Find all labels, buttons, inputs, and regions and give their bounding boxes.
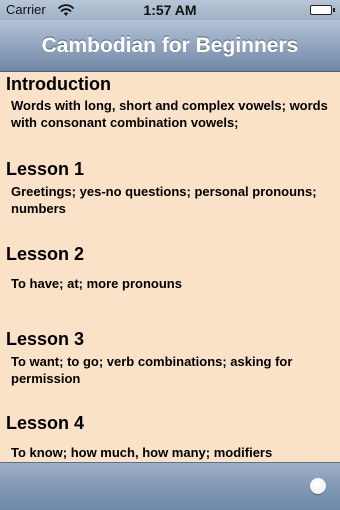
bottom-toolbar	[0, 462, 340, 510]
lesson-description: Greetings; yes-no questions; personal pr…	[11, 184, 317, 216]
navigation-bar: Cambodian for Beginners	[0, 20, 340, 72]
status-bar: Carrier 1:57 AM	[0, 0, 340, 20]
lesson-description: To know; how much, how many; modifiers	[11, 445, 273, 460]
lesson-title: Lesson 2	[6, 244, 85, 264]
lesson-title: Lesson 3	[6, 329, 85, 349]
lesson-title: Lesson 1	[6, 159, 85, 179]
battery-icon	[310, 5, 335, 15]
circle-icon[interactable]	[310, 478, 326, 494]
lesson-title: Introduction	[6, 74, 111, 94]
lesson-description: Words with long, short and complex vowel…	[11, 98, 328, 130]
status-time: 1:57 AM	[143, 2, 197, 18]
app-screen: Carrier 1:57 AM Cambodian for Beginners …	[0, 0, 340, 510]
lesson-description: To want; to go; verb combinations; askin…	[11, 354, 293, 386]
lesson-list[interactable]: Introduction Words with long, short and …	[0, 72, 340, 462]
page-title: Cambodian for Beginners	[41, 34, 299, 57]
lesson-title: Lesson 4	[6, 413, 85, 433]
lesson-description: To have; at; more pronouns	[11, 276, 182, 291]
